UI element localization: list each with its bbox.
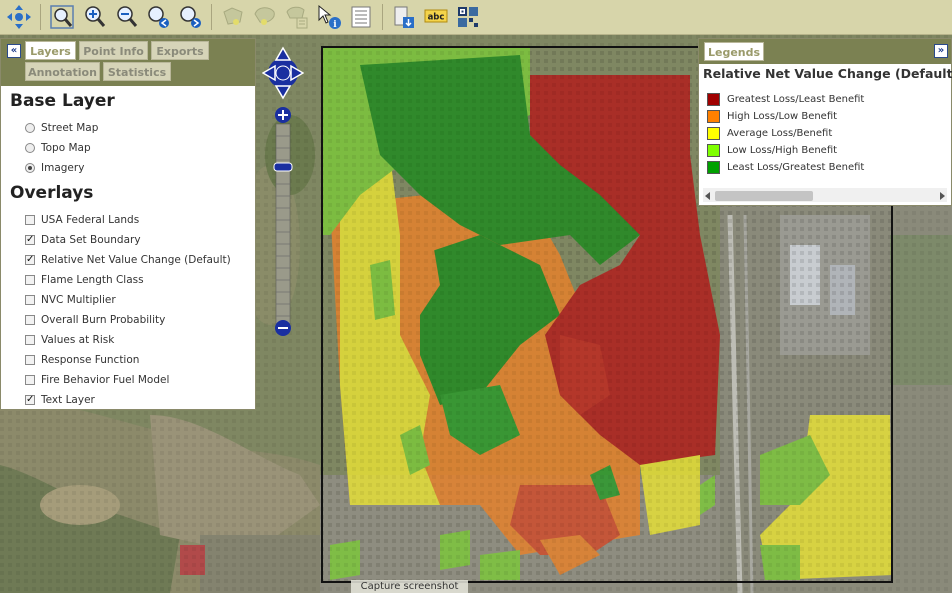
toolbar: i abc xyxy=(0,0,952,35)
tab-statistics[interactable]: Statistics xyxy=(103,62,171,81)
legend-item: Average Loss/Benefit xyxy=(707,127,832,140)
qr-grid-icon[interactable] xyxy=(453,2,483,32)
checkbox-checked[interactable]: ✓ xyxy=(25,395,35,405)
toolbar-separator xyxy=(40,4,41,30)
checkbox[interactable] xyxy=(25,355,35,365)
panel-tab-bar: « Layers Point Info Exports Annotation S… xyxy=(1,39,255,86)
overlay-usa-federal-lands[interactable]: USA Federal Lands xyxy=(25,212,139,228)
tab-layers[interactable]: Layers xyxy=(25,41,76,60)
radio-button-selected[interactable] xyxy=(25,163,35,173)
zoom-out-icon[interactable] xyxy=(111,2,141,32)
overlay-fire-behavior-fuel-model[interactable]: Fire Behavior Fuel Model xyxy=(25,372,169,388)
zoom-previous-icon[interactable] xyxy=(143,2,173,32)
tab-annotation[interactable]: Annotation xyxy=(25,62,100,81)
zoom-slider-handle[interactable] xyxy=(273,162,293,172)
pan-up-icon xyxy=(274,46,292,61)
scroll-right-icon xyxy=(940,192,945,200)
overlay-relative-net-value-change[interactable]: ✓ Relative Net Value Change (Default) xyxy=(25,252,231,268)
legend-item: Least Loss/Greatest Benefit xyxy=(707,161,864,174)
base-layer-street-map[interactable]: Street Map xyxy=(25,120,98,136)
legend-item: Low Loss/High Benefit xyxy=(707,144,837,157)
base-layer-imagery[interactable]: Imagery xyxy=(25,160,84,176)
legend-swatch xyxy=(707,127,720,140)
collapse-panel-button[interactable]: « xyxy=(7,44,21,58)
legend-swatch xyxy=(707,93,720,106)
legend-swatch xyxy=(707,161,720,174)
pan-icon[interactable] xyxy=(4,2,34,32)
overlay-nvc-multiplier[interactable]: NVC Multiplier xyxy=(25,292,116,308)
toolbar-separator xyxy=(382,4,383,30)
svg-text:abc: abc xyxy=(428,13,445,23)
checkbox[interactable] xyxy=(25,215,35,225)
select-polygon-icon[interactable] xyxy=(218,2,248,32)
pan-control[interactable] xyxy=(261,46,305,100)
pan-down-icon xyxy=(274,85,292,100)
tab-legends[interactable]: Legends xyxy=(704,42,764,61)
legend-swatch xyxy=(707,144,720,157)
overlay-data-set-boundary[interactable]: ✓ Data Set Boundary xyxy=(25,232,141,248)
attribute-table-icon[interactable] xyxy=(346,2,376,32)
zoom-in-icon[interactable] xyxy=(79,2,109,32)
checkbox[interactable] xyxy=(25,375,35,385)
scroll-left-icon xyxy=(705,192,710,200)
capture-screenshot-button[interactable]: Capture screenshot xyxy=(351,580,468,593)
legend-item: High Loss/Low Benefit xyxy=(707,110,837,123)
checkbox[interactable] xyxy=(25,295,35,305)
toolbar-separator xyxy=(211,4,212,30)
export-icon[interactable] xyxy=(389,2,419,32)
select-clear-icon[interactable] xyxy=(282,2,312,32)
base-layer-topo-map[interactable]: Topo Map xyxy=(25,140,91,156)
checkbox[interactable] xyxy=(25,335,35,345)
label-icon[interactable]: abc xyxy=(421,2,451,32)
checkbox[interactable] xyxy=(25,315,35,325)
overlay-text-layer[interactable]: ✓ Text Layer xyxy=(25,392,95,408)
zoom-out-button[interactable] xyxy=(275,320,291,336)
radio-button[interactable] xyxy=(25,123,35,133)
layers-panel: « Layers Point Info Exports Annotation S… xyxy=(0,38,256,410)
legend-swatch xyxy=(707,110,720,123)
zoom-control xyxy=(261,46,305,340)
checkbox[interactable] xyxy=(25,275,35,285)
legend-panel: Legends » Relative Net Value Change (Def… xyxy=(698,38,952,206)
checkbox-checked[interactable]: ✓ xyxy=(25,235,35,245)
tab-exports[interactable]: Exports xyxy=(151,41,209,60)
overlay-flame-length-class[interactable]: Flame Length Class xyxy=(25,272,144,288)
checkbox-checked[interactable]: ✓ xyxy=(25,255,35,265)
tab-point-info[interactable]: Point Info xyxy=(79,41,148,60)
identify-icon[interactable]: i xyxy=(314,2,344,32)
legend-tab-bar: Legends » xyxy=(699,39,951,64)
zoom-full-extent-icon[interactable] xyxy=(47,2,77,32)
overlays-heading: Overlays xyxy=(10,183,94,203)
overlay-response-function[interactable]: Response Function xyxy=(25,352,139,368)
overlay-overall-burn-probability[interactable]: Overall Burn Probability xyxy=(25,312,165,328)
zoom-in-button[interactable] xyxy=(275,107,291,123)
scrollbar-thumb xyxy=(715,191,813,201)
base-layer-heading: Base Layer xyxy=(10,91,115,111)
zoom-next-icon[interactable] xyxy=(175,2,205,32)
select-freehand-icon[interactable] xyxy=(250,2,280,32)
zoom-slider-track[interactable] xyxy=(275,123,291,325)
overlay-values-at-risk[interactable]: Values at Risk xyxy=(25,332,114,348)
svg-text:i: i xyxy=(333,20,337,30)
legend-horizontal-scrollbar[interactable] xyxy=(703,188,947,202)
collapse-legend-button[interactable]: » xyxy=(934,44,948,58)
radio-button[interactable] xyxy=(25,143,35,153)
legend-title: Relative Net Value Change (Default) xyxy=(703,66,952,81)
legend-item: Greatest Loss/Least Benefit xyxy=(707,93,864,106)
